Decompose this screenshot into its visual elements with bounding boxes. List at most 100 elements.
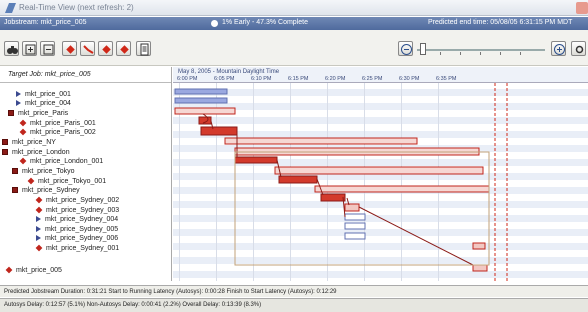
tree-item-label: mkt_price_Sydney [22, 187, 80, 194]
target-job-label: Target Job: mkt_price_005 [8, 71, 91, 78]
diamond-last-icon [120, 45, 129, 54]
diamond-icon [5, 266, 13, 274]
zoom-tick [500, 52, 501, 55]
dependency-line [358, 206, 474, 266]
job-bar [174, 107, 236, 115]
tree-item[interactable]: mkt_price_Sydney_004 [36, 215, 118, 225]
diamond-next-icon [102, 45, 111, 54]
tree-item[interactable]: mkt_price_004 [16, 99, 71, 109]
print-button[interactable] [136, 41, 151, 56]
job-bar [198, 116, 212, 125]
tree-item[interactable]: mkt_price_005 [5, 266, 62, 276]
last-critical-button[interactable] [116, 41, 131, 56]
zoom-in-button[interactable] [551, 41, 566, 56]
tree-item-label: mkt_price_Sydney_001 [46, 245, 120, 252]
zoom-tick [440, 52, 441, 55]
tree-item[interactable]: mkt_price_Sydney_002 [35, 196, 120, 206]
tree-item-label: mkt_price_Sydney_003 [46, 207, 120, 214]
tree-item-label: mkt_price_Paris_002 [30, 129, 96, 136]
job-bar [344, 222, 366, 230]
tree-item-label: mkt_price_Tokyo [22, 168, 75, 175]
gantt-bars [174, 83, 508, 281]
zoom-out-button[interactable] [398, 41, 413, 56]
binoculars-icon [7, 46, 18, 54]
diamond-icon [19, 119, 27, 127]
job-bar [320, 193, 346, 202]
folder-icon [8, 110, 14, 117]
critical-path-icon [83, 45, 94, 54]
job-bar [174, 97, 228, 104]
job-bar [274, 166, 484, 175]
window-titlebar: Real-Time View (next refresh: 2) [0, 0, 588, 16]
critical-path-button[interactable] [80, 41, 95, 56]
zoom-out-icon [401, 44, 412, 55]
tree-item[interactable]: mkt_price_Sydney_001 [35, 244, 120, 254]
job-bar [314, 185, 490, 193]
status-bar-latency: Predicted Jobstream Duration: 0:31:21 St… [0, 285, 588, 297]
job-bar [344, 203, 360, 212]
tree-item-label: mkt_price_Sydney_005 [45, 226, 119, 233]
tree-item[interactable]: mkt_price_NY [2, 138, 56, 148]
expand-button[interactable] [22, 41, 37, 56]
folder-icon [12, 168, 18, 175]
tree-item-label: mkt_price_001 [25, 91, 71, 98]
tree-item-label: mkt_price_Sydney_006 [45, 235, 119, 242]
tree-item[interactable]: mkt_price_Paris [8, 109, 68, 119]
next-critical-button[interactable] [98, 41, 113, 56]
play-arrow-icon [16, 100, 21, 107]
diamond-icon [19, 157, 27, 165]
tree-item-label: mkt_price_NY [12, 139, 56, 146]
tree-item-label: mkt_price_Sydney_004 [45, 216, 119, 223]
play-arrow-icon [36, 226, 41, 233]
close-button[interactable] [576, 2, 588, 14]
folder-icon [2, 149, 8, 156]
zoom-tick [480, 52, 481, 55]
zoom-tick [460, 52, 461, 55]
tree-item[interactable]: mkt_price_Tokyo [12, 167, 75, 177]
play-arrow-icon [36, 235, 41, 242]
tree-item-label: mkt_price_Tokyo_001 [38, 178, 107, 185]
tree-item[interactable]: mkt_price_Sydney [12, 186, 80, 196]
job-bar [174, 88, 228, 95]
collapse-icon [43, 44, 54, 55]
binoculars-button[interactable] [4, 41, 19, 56]
tree-item-label: mkt_price_London [12, 149, 70, 156]
zoom-slider-thumb[interactable] [420, 43, 426, 55]
delay-summary: Autosys Delay: 0:12:57 (5.1%) Non-Autosy… [4, 302, 262, 308]
tree-item-label: mkt_price_005 [16, 267, 62, 274]
diamond-icon [35, 196, 43, 204]
job-bar [344, 232, 366, 240]
status-indicator-icon [211, 20, 218, 27]
diamond-icon [19, 128, 27, 136]
job-bar [224, 137, 418, 145]
job-bar [200, 126, 238, 136]
tree-item[interactable]: mkt_price_Paris_002 [19, 128, 96, 138]
job-bar [472, 242, 486, 250]
job-bar [344, 213, 366, 221]
tree-item-label: mkt_price_Sydney_002 [46, 197, 120, 204]
zoom-in-icon [554, 44, 565, 55]
tree-header-divider [0, 82, 171, 83]
tree-item[interactable]: mkt_price_London_001 [19, 157, 104, 167]
tree-item[interactable]: mkt_price_Sydney_006 [36, 234, 118, 244]
latency-summary: Predicted Jobstream Duration: 0:31:21 St… [4, 289, 337, 295]
expand-icon [25, 44, 36, 55]
prev-critical-button[interactable] [62, 41, 77, 56]
settings-button[interactable] [571, 41, 586, 56]
diamond-prev-icon [66, 45, 75, 54]
app-icon [5, 3, 16, 13]
status-bar-delay: Autosys Delay: 0:12:57 (5.1%) Non-Autosy… [0, 298, 588, 312]
tree-item-label: mkt_price_Paris_001 [30, 120, 96, 127]
zoom-slider-track[interactable] [417, 49, 545, 51]
tree-item-label: mkt_price_London_001 [30, 158, 104, 165]
document-icon [140, 43, 149, 56]
job-bar [278, 175, 318, 184]
gantt-chart[interactable]: May 8, 2005 - Mountain Daylight Time 6:0… [173, 67, 588, 281]
settings-icon [575, 45, 584, 54]
jobstream-name: Jobstream: mkt_price_005 [4, 19, 87, 26]
play-arrow-icon [36, 216, 41, 223]
collapse-button[interactable] [40, 41, 55, 56]
play-arrow-icon [16, 91, 21, 98]
diamond-icon [35, 206, 43, 214]
job-bar [234, 156, 278, 164]
